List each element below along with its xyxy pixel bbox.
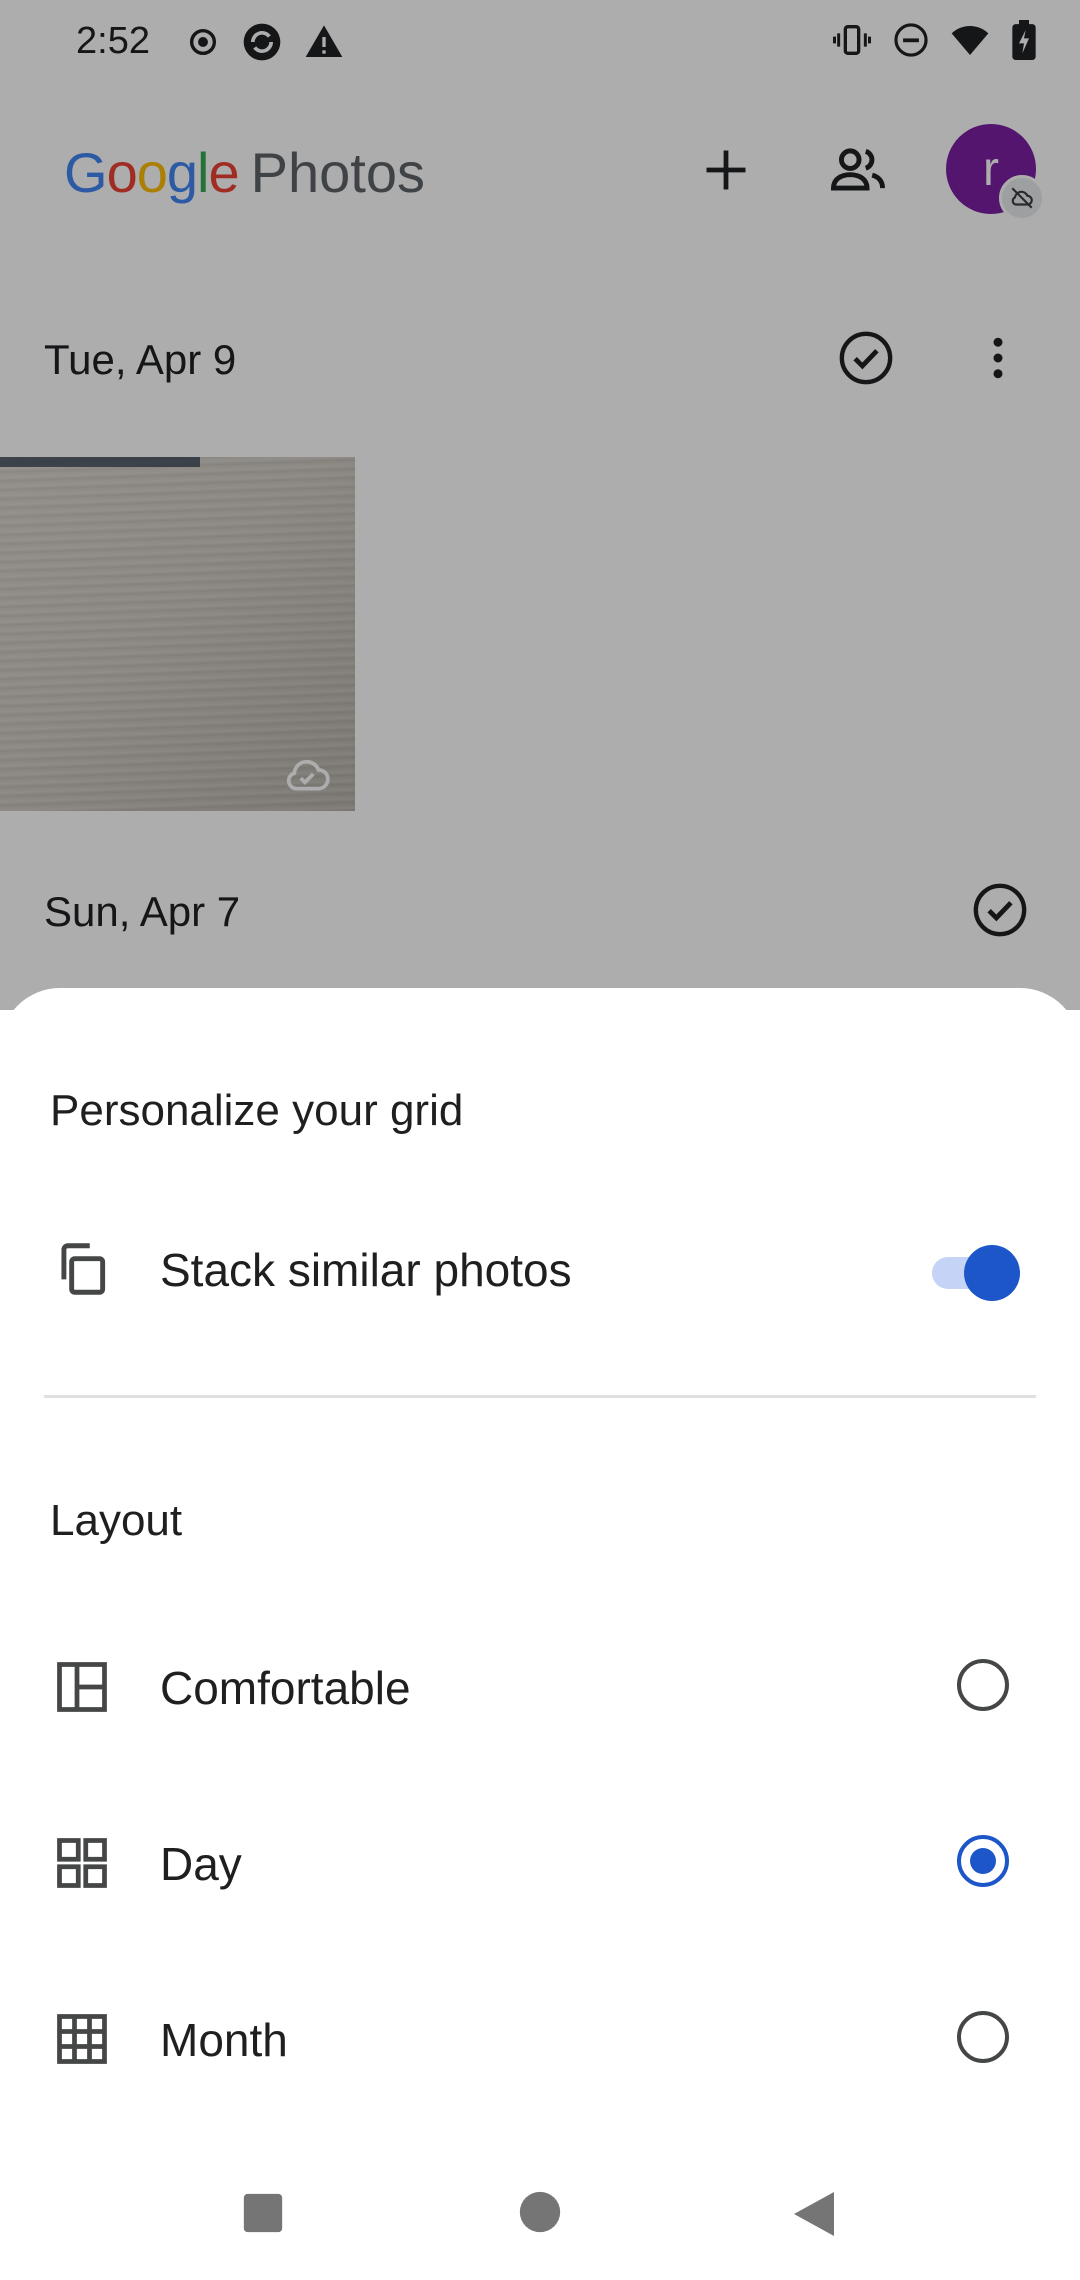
sheet-title: Personalize your grid	[50, 1086, 464, 1135]
layout-heading: Layout	[50, 1496, 183, 1545]
square-icon	[243, 2193, 283, 2233]
layout-option-label: Comfortable	[160, 1662, 411, 1714]
toggle-thumb	[964, 1245, 1020, 1301]
circle-icon	[519, 2191, 561, 2233]
back-button[interactable]	[792, 2190, 836, 2243]
stack-similar-photos-row[interactable]: Stack similar photos	[0, 1207, 1080, 1327]
layout-option-month[interactable]: Month	[0, 1977, 1080, 2097]
stack-icon	[50, 1237, 114, 1301]
stack-similar-photos-toggle[interactable]	[930, 1243, 1022, 1301]
divider	[44, 1395, 1036, 1398]
comfortable-layout-icon	[50, 1655, 114, 1719]
radio-button[interactable]	[957, 2011, 1009, 2063]
back-triangle-icon	[794, 2192, 834, 2236]
day-layout-icon	[50, 1831, 114, 1895]
layout-option-comfortable[interactable]: Comfortable	[0, 1625, 1080, 1745]
personalize-grid-sheet: Personalize your grid Stack similar phot…	[0, 988, 1080, 2280]
system-navigation-bar	[0, 2160, 1080, 2280]
layout-option-label: Day	[160, 1838, 242, 1890]
home-button[interactable]	[518, 2190, 562, 2239]
recents-button[interactable]	[240, 2190, 286, 2241]
stack-similar-photos-label: Stack similar photos	[160, 1244, 572, 1296]
radio-button-selected[interactable]	[957, 1835, 1009, 1887]
modal-scrim[interactable]	[0, 0, 1080, 1010]
month-layout-icon	[50, 2007, 114, 2071]
layout-option-label: Month	[160, 2014, 288, 2066]
radio-button[interactable]	[957, 1659, 1009, 1711]
layout-option-day[interactable]: Day	[0, 1801, 1080, 1921]
